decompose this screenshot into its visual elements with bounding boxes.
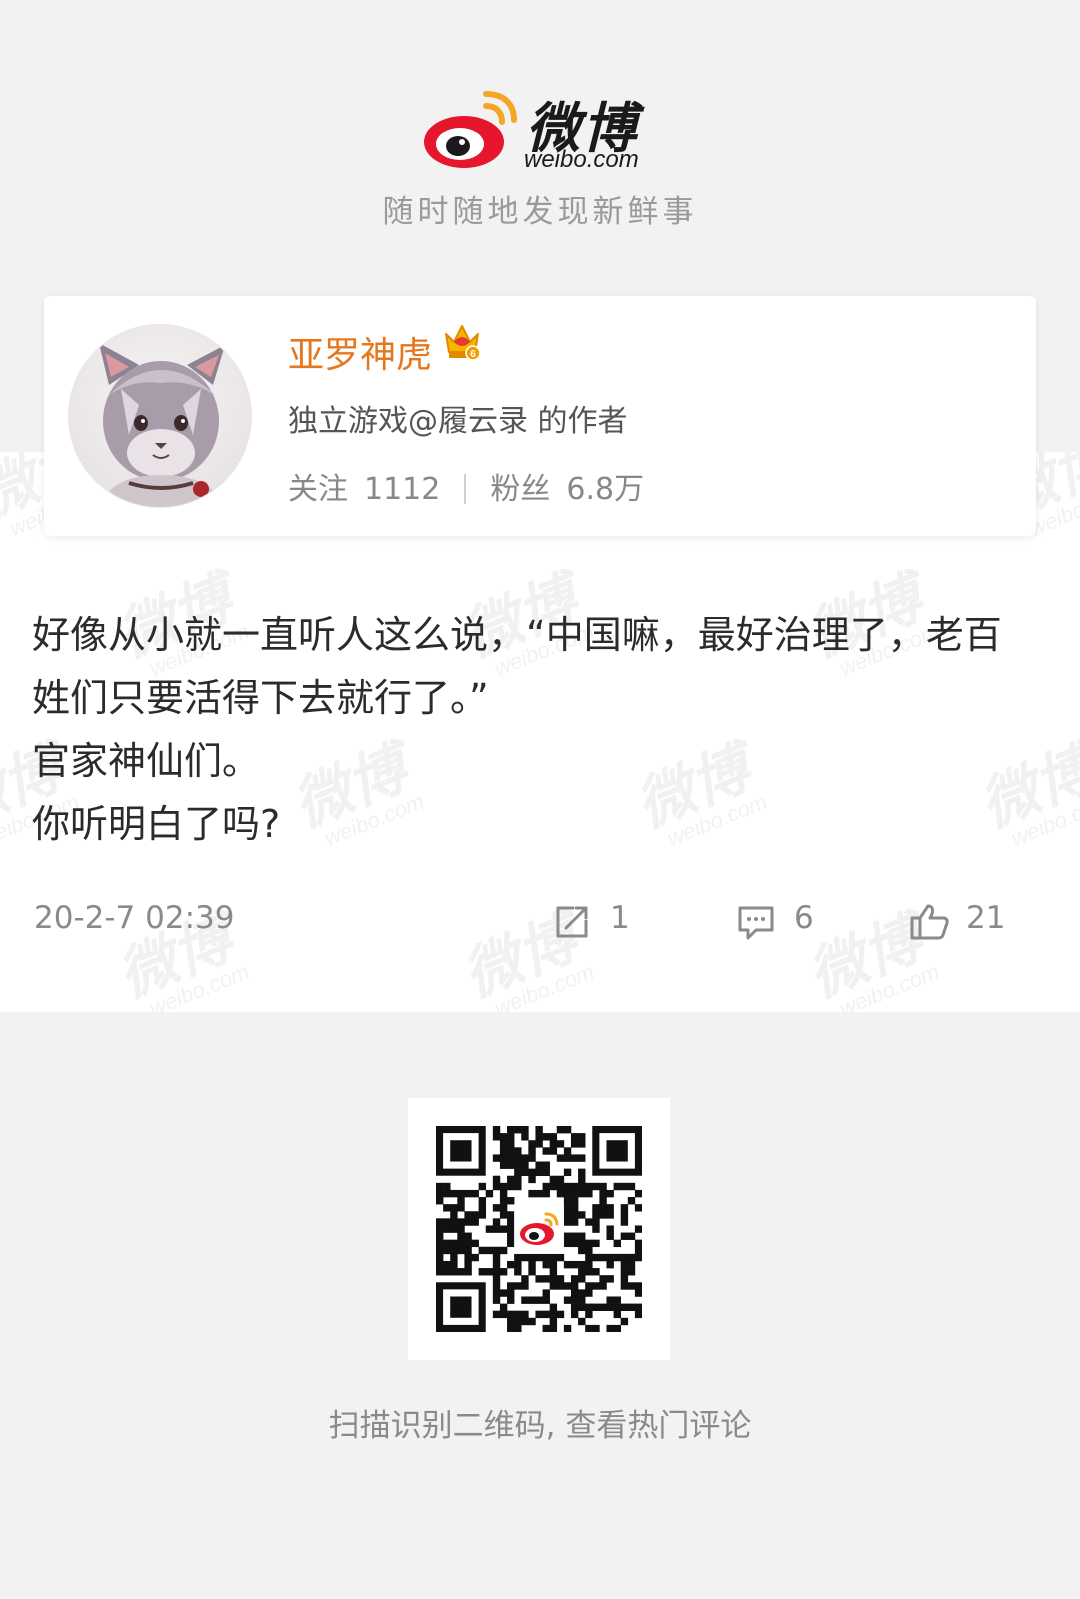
like-count: 21 xyxy=(966,900,1006,936)
author-description: 独立游戏@履云录 的作者 xyxy=(288,404,628,439)
repost-icon xyxy=(556,906,588,938)
author-card[interactable]: 亚罗神虎 6 独立游戏@履云录 的作者 关注 1112 粉丝 6.8万 xyxy=(44,296,1036,536)
post-body: 好像从小就一直听人这么说，“中国嘛，最好治理了，老百 姓们只要活得下去就行了。”… xyxy=(32,604,1052,856)
thumbs-up-icon xyxy=(910,904,949,940)
following-label: 关注 xyxy=(288,472,348,507)
author-name[interactable]: 亚罗神虎 xyxy=(288,326,432,378)
qr-code-image xyxy=(436,1126,642,1332)
repost-count: 1 xyxy=(610,900,630,936)
tagline: 随时随地发现新鲜事 xyxy=(382,194,698,230)
vip-crown-icon: 6 xyxy=(445,325,481,361)
svg-text:6: 6 xyxy=(470,349,476,360)
followers-label: 粉丝 xyxy=(490,472,551,507)
weibo-logo: 微博 weibo.com xyxy=(0,80,1080,180)
qr-code xyxy=(408,1098,670,1360)
comment-icon xyxy=(738,906,774,940)
qr-weibo-logo-icon xyxy=(514,1204,564,1254)
post-line: 你听明白了吗? xyxy=(32,802,281,846)
author-stats: 关注 1112 粉丝 6.8万 xyxy=(288,464,644,508)
post-line: 官家神仙们。 xyxy=(32,739,261,783)
comment-count: 6 xyxy=(794,900,814,936)
following-count[interactable]: 1112 xyxy=(364,472,440,507)
post-line: 姓们只要活得下去就行了。” xyxy=(32,676,489,720)
avatar-image xyxy=(99,343,225,507)
logo-text-en: weibo.com xyxy=(524,146,639,173)
avatar[interactable] xyxy=(68,324,252,508)
stats-divider xyxy=(464,473,467,504)
post-line: 好像从小就一直听人这么说，“中国嘛，最好治理了，老百 xyxy=(32,613,1002,657)
followers-count[interactable]: 6.8万 xyxy=(566,464,644,508)
post-footer: 20-2-7 02:39 1 6 21 xyxy=(0,900,1080,960)
qr-caption: 扫描识别二维码, 查看热门评论 xyxy=(328,1408,752,1444)
post-timestamp: 20-2-7 02:39 xyxy=(34,900,235,936)
weibo-eye-icon xyxy=(424,91,517,168)
